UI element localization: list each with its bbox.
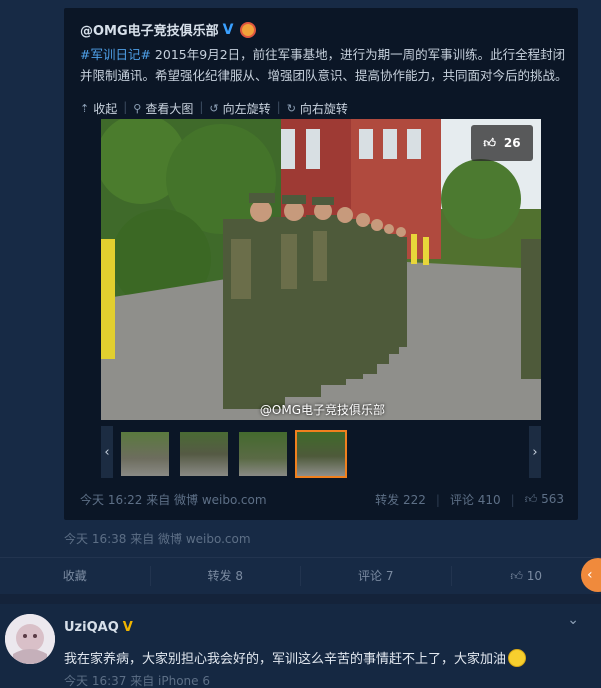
thumbnail[interactable] — [237, 430, 289, 478]
rotate-right-button[interactable]: ↻ 向右旋转 — [287, 100, 348, 117]
chevron-icon: ‹ — [587, 567, 593, 583]
photo-like-count: 26 — [503, 136, 521, 150]
weibo-post-card: @OMG电子竞技俱乐部 V #军训日记# 2015年9月2日，前往军事基地，进行… — [0, 0, 601, 594]
magnifier-icon: ⚲ — [133, 102, 142, 115]
medal-icon — [239, 21, 256, 38]
view-large-label: 查看大图 — [145, 102, 194, 116]
comment-count-link[interactable]: 评论 410 — [450, 491, 501, 508]
rotate-left-label: 向左旋转 — [222, 102, 271, 116]
comment-author-name[interactable]: UziQAQ — [64, 620, 119, 635]
toolbar-divider: | — [123, 100, 128, 114]
avatar-image — [5, 614, 55, 664]
comment-body: 我在家养病，大家别担心我会好的，军训这么辛苦的事情赶不上了，大家加油 — [64, 652, 507, 667]
chevron-left-icon: ‹ — [104, 444, 110, 460]
rotate-right-icon: ↻ — [286, 102, 296, 115]
toolbar-divider: | — [199, 100, 204, 114]
repost-button[interactable]: 转发 8 — [151, 566, 301, 586]
collapse-icon: ⇡ — [80, 102, 90, 115]
reposted-weibo: @OMG电子竞技俱乐部 V #军训日记# 2015年9月2日，前往军事基地，进行… — [64, 8, 578, 520]
thumb-next-button[interactable]: › — [529, 426, 541, 478]
collapse-button[interactable]: ⇡ 收起 — [80, 100, 117, 117]
repost-author[interactable]: @OMG电子竞技俱乐部 V — [80, 20, 256, 39]
comment-item: UziQAQ V ⌄ 我在家养病，大家别担心我会好的，军训这么辛苦的事情赶不上了… — [0, 604, 601, 688]
post-action-bar: 收藏 转发 8 评论 7 👍︎ 10 — [0, 557, 601, 594]
thumbnail-selected[interactable] — [295, 430, 347, 478]
collapse-label: 收起 — [93, 102, 118, 116]
repost-author-name[interactable]: @OMG电子竞技俱乐部 — [80, 20, 219, 39]
thumbnail[interactable] — [178, 430, 230, 478]
photo-like-button[interactable]: 👍︎ 26 — [471, 125, 533, 161]
stats-divider: | — [435, 492, 440, 507]
post-time-source[interactable]: 今天 16:38 来自 微博 weibo.com — [64, 530, 251, 547]
verified-badge-icon: V — [222, 21, 234, 38]
repost-stats: 转发 222 | 评论 410 | 👍︎ 563 — [375, 491, 564, 508]
thumbs-up-icon: 👍︎ — [483, 135, 496, 150]
thumbnail-strip: ‹ › — [101, 426, 541, 478]
repost-body: 2015年9月2日，前往军事基地，进行为期一周的军事训练。此行全程封闭并限制通讯… — [80, 47, 568, 83]
comment-meta: 今天 16:37 来自 iPhone 6 — [64, 674, 210, 688]
thumbnail[interactable] — [119, 430, 171, 478]
rotate-right-label: 向右旋转 — [299, 102, 348, 116]
image-toolbar: ⇡ 收起 | ⚲ 查看大图 | ↺ 向左旋转 | ↻ 向右旋转 — [80, 100, 348, 117]
thumbs-up-icon: 👍︎ — [510, 569, 523, 583]
toolbar-divider: | — [276, 100, 281, 114]
repost-time-source[interactable]: 今天 16:22 来自 微博 weibo.com — [80, 491, 267, 508]
avatar[interactable] — [5, 614, 55, 664]
repost-count-link[interactable]: 转发 222 — [375, 491, 426, 508]
like-count-value: 563 — [541, 492, 564, 506]
like-button[interactable]: 👍︎ 10 — [452, 566, 601, 586]
thumbs-up-icon: 👍︎ — [524, 492, 538, 506]
photo-watermark: @OMG电子竞技俱乐部 — [259, 403, 385, 417]
smile-emoji-icon — [508, 648, 527, 667]
hashtag-link[interactable]: #军训日记# — [80, 47, 151, 62]
chevron-right-icon: › — [532, 444, 538, 460]
comment-menu-chevron-icon[interactable]: ⌄ — [567, 612, 579, 628]
verified-gold-badge-icon: V — [122, 620, 133, 635]
main-photo[interactable]: 👍︎ 26 @OMG电子竞技俱乐部 — [101, 119, 541, 420]
rotate-left-icon: ↺ — [209, 102, 219, 115]
repost-meta-row: 今天 16:22 来自 微博 weibo.com 转发 222 | 评论 410… — [80, 491, 564, 508]
thumb-prev-button[interactable]: ‹ — [101, 426, 113, 478]
rotate-left-button[interactable]: ↺ 向左旋转 — [209, 100, 270, 117]
view-large-button[interactable]: ⚲ 查看大图 — [133, 100, 193, 117]
favorite-button[interactable]: 收藏 — [0, 566, 151, 586]
repost-text: #军训日记# 2015年9月2日，前往军事基地，进行为期一周的军事训练。此行全程… — [80, 44, 568, 86]
like-count-link[interactable]: 👍︎ 563 — [525, 492, 564, 507]
photo-scene — [101, 119, 541, 420]
like-button-count: 10 — [526, 569, 543, 583]
comment-author[interactable]: UziQAQ V — [64, 620, 133, 635]
stats-divider: | — [510, 492, 515, 507]
comment-text: 我在家养病，大家别担心我会好的，军训这么辛苦的事情赶不上了，大家加油 — [64, 648, 527, 667]
comment-button[interactable]: 评论 7 — [301, 566, 452, 586]
